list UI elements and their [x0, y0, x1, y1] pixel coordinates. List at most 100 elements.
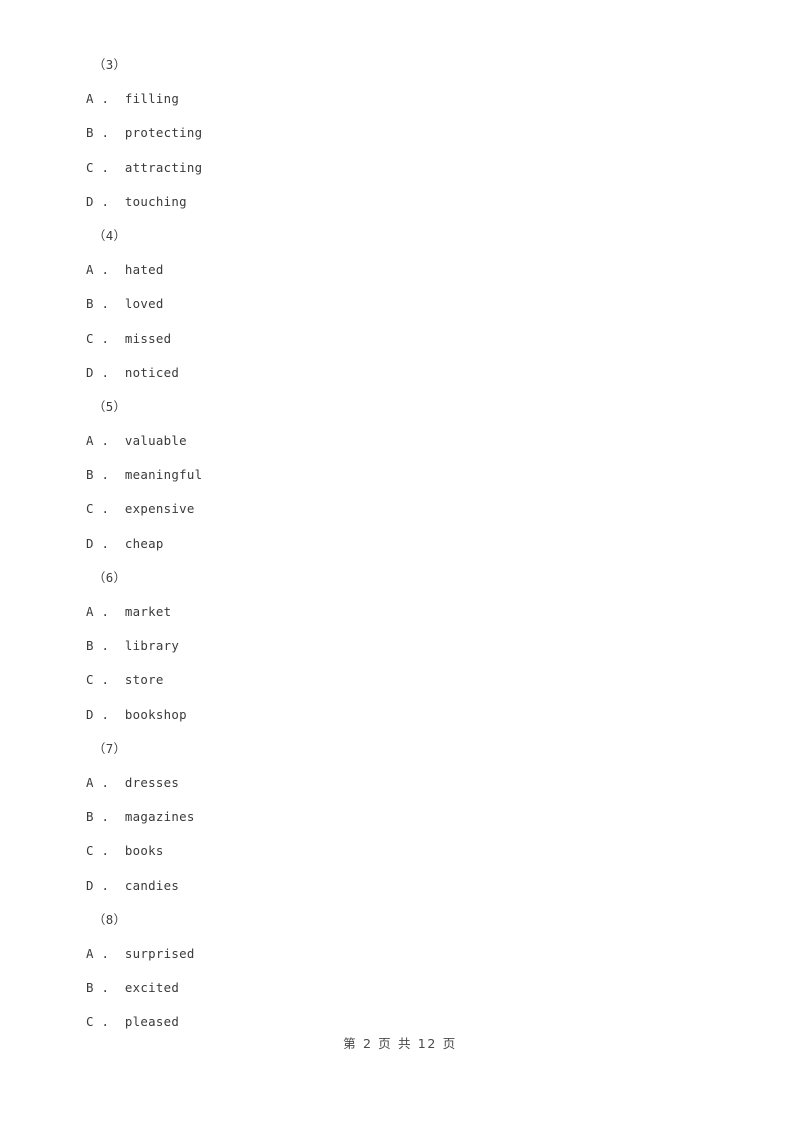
option-separator: .: [93, 193, 125, 209]
option-text: hated: [124, 262, 164, 278]
option-separator: .: [93, 330, 125, 346]
option-text: attracting: [124, 159, 203, 175]
option-separator: .: [93, 877, 125, 893]
answer-option[interactable]: C . expensive: [86, 492, 726, 526]
page-footer: 第 2 页 共 12 页: [343, 1036, 457, 1051]
option-separator: .: [93, 159, 125, 175]
option-letter: B: [86, 467, 94, 483]
answer-option[interactable]: A . dresses: [86, 766, 726, 800]
answer-option[interactable]: B . loved: [86, 287, 726, 321]
option-text: protecting: [124, 125, 203, 141]
option-letter: A: [86, 604, 94, 619]
answer-option[interactable]: C . books: [86, 834, 726, 868]
option-letter: D: [86, 535, 94, 551]
answer-option[interactable]: C . attracting: [86, 151, 726, 185]
option-letter: C: [86, 672, 94, 688]
option-text: market: [124, 604, 172, 619]
option-letter: B: [86, 125, 94, 141]
answer-option[interactable]: B . protecting: [86, 116, 726, 150]
option-text: surprised: [124, 945, 195, 961]
option-letter: B: [86, 638, 94, 654]
answer-option[interactable]: A . market: [86, 595, 726, 629]
option-separator: .: [93, 262, 125, 278]
option-text: pleased: [124, 1014, 180, 1030]
option-separator: .: [93, 125, 125, 141]
option-text: valuable: [124, 433, 187, 449]
option-separator: .: [93, 672, 125, 688]
answer-option[interactable]: C . store: [86, 663, 726, 697]
option-text: cheap: [124, 535, 164, 551]
option-text: missed: [124, 330, 172, 346]
option-separator: .: [93, 467, 125, 483]
document-page: （3） A . filling B . protecting C . attracti…: [0, 0, 800, 1132]
option-separator: .: [93, 91, 125, 107]
option-separator: .: [93, 296, 125, 312]
option-letter: A: [86, 433, 94, 449]
answer-option[interactable]: A . surprised: [86, 937, 726, 971]
option-text: bookshop: [124, 706, 187, 722]
answer-option[interactable]: B . library: [86, 629, 726, 663]
question-number: （5）: [93, 398, 127, 414]
option-separator: .: [93, 980, 125, 996]
option-separator: .: [93, 501, 125, 517]
option-letter: D: [86, 364, 94, 380]
option-letter: A: [86, 91, 94, 107]
option-text: library: [124, 638, 180, 654]
option-text: dresses: [124, 774, 180, 790]
question-number: （6）: [93, 569, 127, 585]
option-letter: A: [86, 774, 94, 790]
question-number: （7）: [93, 740, 127, 756]
option-letter: D: [86, 706, 94, 722]
answer-option[interactable]: B . magazines: [86, 800, 726, 834]
option-letter: B: [86, 980, 94, 996]
option-letter: A: [86, 945, 94, 961]
option-letter: B: [86, 296, 94, 312]
option-separator: .: [93, 1014, 125, 1030]
answer-option[interactable]: D . cheap: [86, 527, 726, 561]
option-separator: .: [93, 638, 125, 654]
answer-option[interactable]: D . candies: [86, 869, 726, 903]
option-text: books: [124, 843, 164, 859]
option-letter: D: [86, 877, 94, 893]
option-text: expensive: [124, 501, 195, 517]
option-separator: .: [93, 364, 125, 380]
question-list: （3） A . filling B . protecting C . attracti…: [86, 48, 726, 1039]
option-text: store: [124, 672, 164, 688]
option-letter: C: [86, 159, 94, 175]
option-separator: .: [93, 706, 125, 722]
option-separator: .: [93, 433, 125, 449]
option-text: filling: [124, 91, 180, 107]
answer-option[interactable]: D . touching: [86, 185, 726, 219]
option-text: loved: [124, 296, 164, 312]
option-text: candies: [124, 877, 180, 893]
option-separator: .: [93, 604, 125, 619]
option-separator: .: [93, 535, 125, 551]
option-text: excited: [124, 980, 180, 996]
option-text: magazines: [124, 809, 195, 825]
question-number: （4）: [93, 227, 127, 243]
option-text: touching: [124, 193, 187, 209]
answer-option[interactable]: D . bookshop: [86, 698, 726, 732]
option-letter: D: [86, 193, 94, 209]
answer-option[interactable]: B . excited: [86, 971, 726, 1005]
option-letter: C: [86, 330, 94, 346]
option-text: meaningful: [124, 467, 203, 483]
option-separator: .: [93, 809, 125, 825]
option-letter: B: [86, 809, 94, 825]
option-letter: C: [86, 1014, 94, 1030]
answer-option[interactable]: D . noticed: [86, 356, 726, 390]
question-number: （8）: [93, 911, 127, 927]
option-text: noticed: [124, 364, 180, 380]
question-number: （3）: [93, 57, 127, 72]
option-separator: .: [93, 945, 125, 961]
answer-option[interactable]: B . meaningful: [86, 458, 726, 492]
answer-option[interactable]: A . valuable: [86, 424, 726, 458]
option-letter: C: [86, 501, 94, 517]
answer-option[interactable]: C . missed: [86, 322, 726, 356]
option-separator: .: [93, 843, 125, 859]
answer-option[interactable]: A . filling: [86, 82, 726, 116]
option-letter: C: [86, 843, 94, 859]
option-separator: .: [93, 774, 125, 790]
answer-option[interactable]: A . hated: [86, 253, 726, 287]
option-letter: A: [86, 262, 94, 278]
